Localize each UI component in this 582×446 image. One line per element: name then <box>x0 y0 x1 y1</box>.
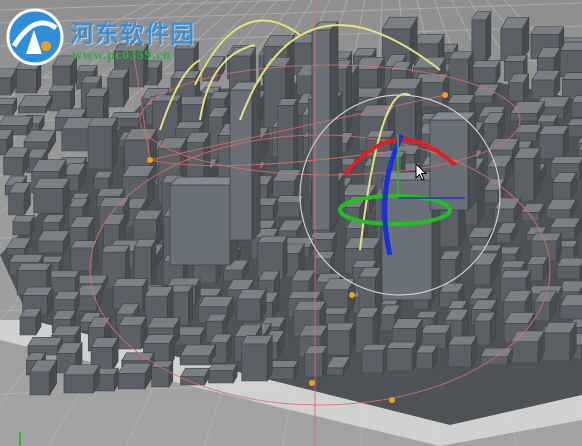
building <box>236 288 267 323</box>
building <box>515 123 543 143</box>
building <box>559 41 582 78</box>
building <box>552 171 578 201</box>
ellipse-handle <box>147 157 153 163</box>
building <box>513 146 541 203</box>
building <box>87 116 118 171</box>
building <box>474 311 496 347</box>
ellipse-handle <box>349 292 355 298</box>
building <box>354 56 386 93</box>
building <box>151 359 174 389</box>
building <box>19 307 42 337</box>
watermark: 河东软件园 www.pc0359.cn <box>4 6 254 68</box>
building <box>117 362 152 391</box>
building <box>48 84 76 113</box>
building <box>470 59 501 85</box>
building <box>241 334 273 383</box>
building <box>507 72 530 103</box>
mouse-pointer-icon <box>415 163 427 181</box>
axis-gizmo-icon <box>19 432 21 445</box>
ellipse-handle <box>442 92 448 98</box>
watermark-url: www.pc0359.cn <box>72 48 172 63</box>
building <box>531 69 561 101</box>
building <box>107 68 130 109</box>
watermark-title: 河东软件园 <box>70 19 195 48</box>
building <box>386 340 417 373</box>
building <box>500 16 530 63</box>
circular-logo-icon <box>6 8 64 66</box>
building <box>207 363 238 385</box>
ellipse-handle <box>309 380 315 386</box>
ellipse-handle <box>389 397 395 403</box>
building <box>545 198 577 221</box>
3d-viewport[interactable]: 河东软件园 www.pc0359.cn <box>0 0 582 446</box>
building <box>510 329 545 365</box>
building <box>0 67 17 97</box>
tower <box>169 176 239 266</box>
building <box>180 367 210 387</box>
building <box>93 170 114 191</box>
building <box>17 94 53 115</box>
building <box>41 213 65 235</box>
building <box>47 269 80 295</box>
building <box>447 334 478 369</box>
building <box>276 97 299 179</box>
building <box>33 177 70 215</box>
building <box>542 321 577 363</box>
building <box>8 181 31 217</box>
building <box>566 118 582 138</box>
tower <box>311 21 339 231</box>
building <box>471 10 492 65</box>
building <box>312 250 336 277</box>
building <box>538 124 569 161</box>
building <box>63 363 100 395</box>
building <box>361 343 388 375</box>
building <box>268 359 299 381</box>
building <box>179 343 217 367</box>
building <box>29 358 58 397</box>
building <box>415 344 438 371</box>
building <box>304 344 328 379</box>
building <box>36 229 71 255</box>
building <box>12 214 35 237</box>
building <box>0 97 18 117</box>
building <box>118 315 148 351</box>
building <box>561 72 582 98</box>
building <box>323 321 355 357</box>
building <box>556 257 582 281</box>
building <box>3 146 30 177</box>
building <box>53 290 81 315</box>
